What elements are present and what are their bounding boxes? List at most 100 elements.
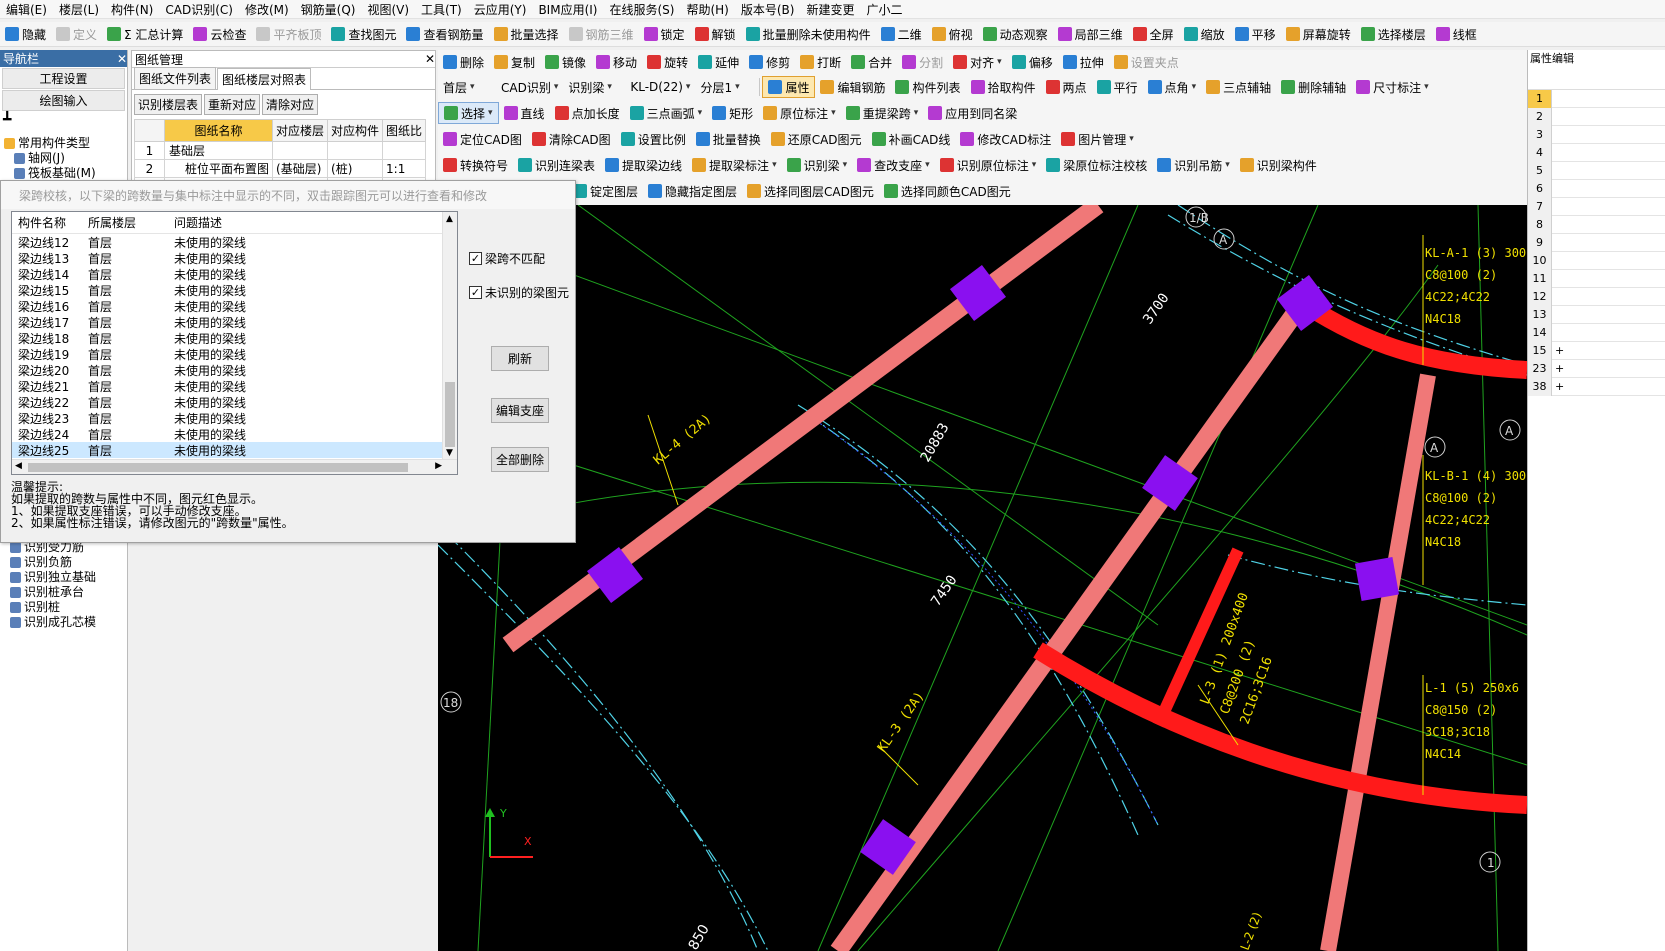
- col-header-name[interactable]: 构件名称: [12, 214, 84, 231]
- toolbar-button[interactable]: 旋转: [642, 51, 693, 73]
- expand-icon[interactable]: +: [1552, 344, 1564, 357]
- cad-canvas[interactable]: 3700 20883 7450 KL-4 (2A) KL-3 (2A) L-3 …: [438, 205, 1527, 951]
- menu-item[interactable]: 楼层(L): [53, 1, 105, 18]
- toolbar-button[interactable]: 合并: [846, 51, 897, 73]
- toolbar-button[interactable]: 解锁: [690, 23, 741, 45]
- toolbar-button[interactable]: 梁原位标注校核: [1041, 154, 1152, 176]
- list-item[interactable]: 梁边线13 首层 未使用的梁线: [12, 250, 457, 266]
- tab-floor-map[interactable]: 图纸楼层对照表: [217, 68, 312, 90]
- toolbar-button[interactable]: 选择楼层: [1356, 23, 1431, 45]
- menu-item[interactable]: CAD识别(C): [159, 1, 239, 18]
- property-row[interactable]: 11: [1528, 269, 1665, 288]
- col-header[interactable]: 对应构件: [327, 119, 384, 142]
- toolbar-button[interactable]: 动态观察: [978, 23, 1053, 45]
- expand-icon[interactable]: +: [1552, 362, 1564, 375]
- table-row[interactable]: 1 基础层: [134, 141, 427, 160]
- toolbar-button[interactable]: 屏幕旋转: [1281, 23, 1356, 45]
- property-row[interactable]: 15 +: [1528, 341, 1665, 360]
- toolbar-button[interactable]: 点角: [1143, 76, 1202, 98]
- toolbar-button[interactable]: 重提梁跨: [841, 102, 924, 124]
- nav-tree-item[interactable]: 识别独立基础: [10, 570, 96, 585]
- toolbar-button[interactable]: 三点画弧: [625, 102, 708, 124]
- toolbar-button[interactable]: 转换符号: [438, 154, 513, 176]
- toolbar-button[interactable]: 补画CAD线: [867, 128, 956, 150]
- toolbar-button[interactable]: 修改CAD标注: [955, 128, 1056, 150]
- list-item[interactable]: 梁边线17 首层 未使用的梁线: [12, 314, 457, 330]
- toolbar-button[interactable]: CAD识别: [496, 76, 563, 98]
- toolbar-button[interactable]: 钢筋三维: [564, 23, 639, 45]
- toolbar-button[interactable]: 设置夹点: [1109, 51, 1184, 73]
- property-row[interactable]: 5: [1528, 161, 1665, 180]
- property-row[interactable]: 8: [1528, 215, 1665, 234]
- toolbar-button[interactable]: 删除: [438, 51, 489, 73]
- col-header[interactable]: 图纸名称: [163, 119, 274, 142]
- col-header[interactable]: 图纸比: [382, 119, 427, 142]
- menu-item[interactable]: 工具(T): [415, 1, 468, 18]
- toolbar-button[interactable]: 还原CAD图元: [766, 128, 867, 150]
- property-row[interactable]: 9: [1528, 233, 1665, 252]
- toolbar-button[interactable]: 全屏: [1128, 23, 1179, 45]
- delete-all-button[interactable]: 全部删除: [491, 447, 549, 472]
- toolbar-button[interactable]: 清除CAD图: [527, 128, 616, 150]
- table-row[interactable]: 2 桩位平面布置图 (基础层) (桩) 1:1: [134, 159, 427, 178]
- menu-item[interactable]: 版本号(B): [735, 1, 801, 18]
- drawing-manager-button[interactable]: 清除对应: [262, 94, 319, 115]
- toolbar-button[interactable]: 定义: [51, 23, 102, 45]
- nav-tree-item[interactable]: 常用构件类型: [4, 136, 127, 151]
- col-header[interactable]: 对应楼层: [272, 119, 329, 142]
- toolbar-button[interactable]: 镜像: [540, 51, 591, 73]
- horizontal-scrollbar[interactable]: ◀ ▶: [12, 459, 457, 474]
- toolbar-button[interactable]: 平行: [1092, 76, 1143, 98]
- toolbar-button[interactable]: 平移: [1230, 23, 1281, 45]
- toolbar-button[interactable]: 线框: [1431, 23, 1482, 45]
- toolbar-button[interactable]: 构件列表: [890, 76, 965, 98]
- menu-item[interactable]: 钢筋量(Q): [295, 1, 362, 18]
- edit-support-button[interactable]: 编辑支座: [491, 398, 549, 423]
- toolbar-button[interactable]: 识别梁: [782, 154, 853, 176]
- toolbar-button[interactable]: 拾取构件: [966, 76, 1041, 98]
- list-item[interactable]: 梁边线12 首层 未使用的梁线: [12, 234, 457, 250]
- nav-tree-item[interactable]: 识别桩: [10, 600, 96, 615]
- expand-icon[interactable]: +: [1552, 380, 1564, 393]
- toolbar-button[interactable]: 两点: [1041, 76, 1092, 98]
- toolbar-button[interactable]: 批量删除未使用构件: [741, 23, 876, 45]
- property-row[interactable]: 12: [1528, 287, 1665, 306]
- toolbar-button[interactable]: 俯视: [927, 23, 978, 45]
- list-item[interactable]: 梁边线15 首层 未使用的梁线: [12, 282, 457, 298]
- check-icon[interactable]: ✓: [469, 252, 482, 265]
- scroll-left-icon[interactable]: ◀: [15, 461, 22, 471]
- toolbar-button[interactable]: 拉伸: [1058, 51, 1109, 73]
- toolbar-button[interactable]: 分割: [897, 51, 948, 73]
- drawing-input-button[interactable]: 绘图输入: [2, 90, 125, 111]
- toolbar-button[interactable]: 识别连梁表: [513, 154, 600, 176]
- property-row[interactable]: 6: [1528, 179, 1665, 198]
- toolbar-button[interactable]: 尺寸标注: [1351, 76, 1434, 98]
- list-item[interactable]: 梁边线16 首层 未使用的梁线: [12, 298, 457, 314]
- toolbar-button[interactable]: 提取梁边线: [600, 154, 687, 176]
- tab-file-list[interactable]: 图纸文件列表: [134, 67, 217, 89]
- scroll-thumb[interactable]: [445, 382, 455, 447]
- col-header-floor[interactable]: 所属楼层: [84, 214, 168, 231]
- toolbar-button[interactable]: 修剪: [744, 51, 795, 73]
- toolbar-button[interactable]: 点加长度: [550, 102, 625, 124]
- toolbar-button[interactable]: 复制: [489, 51, 540, 73]
- close-icon[interactable]: ✕: [117, 52, 127, 66]
- span-mismatch-checkbox[interactable]: ✓ 梁跨不匹配: [469, 250, 545, 267]
- toolbar-button[interactable]: 隐藏指定图层: [643, 180, 742, 202]
- toolbar-button[interactable]: 设置比例: [616, 128, 691, 150]
- toolbar-button[interactable]: 识别吊筋: [1152, 154, 1235, 176]
- property-row[interactable]: 10: [1528, 251, 1665, 270]
- nav-tree-item[interactable]: 识别桩承台: [10, 585, 96, 600]
- toolbar-button[interactable]: 选择同图层CAD图元: [742, 180, 879, 202]
- toolbar-button[interactable]: 定位CAD图: [438, 128, 527, 150]
- list-item[interactable]: 梁边线23 首层 未使用的梁线: [12, 410, 457, 426]
- toolbar-button[interactable]: 首层: [438, 76, 496, 98]
- toolbar-button[interactable]: 批量替换: [691, 128, 766, 150]
- toolbar-button[interactable]: 查看钢筋量: [401, 23, 488, 45]
- scroll-right-icon[interactable]: ▶: [435, 461, 442, 471]
- toolbar-button[interactable]: 缩放: [1179, 23, 1230, 45]
- toolbar-button[interactable]: 锁定: [639, 23, 690, 45]
- menu-item[interactable]: 广小二: [860, 1, 908, 18]
- list-item[interactable]: 梁边线25 首层 未使用的梁线: [12, 442, 457, 458]
- toolbar-button[interactable]: 编辑钢筋: [815, 76, 890, 98]
